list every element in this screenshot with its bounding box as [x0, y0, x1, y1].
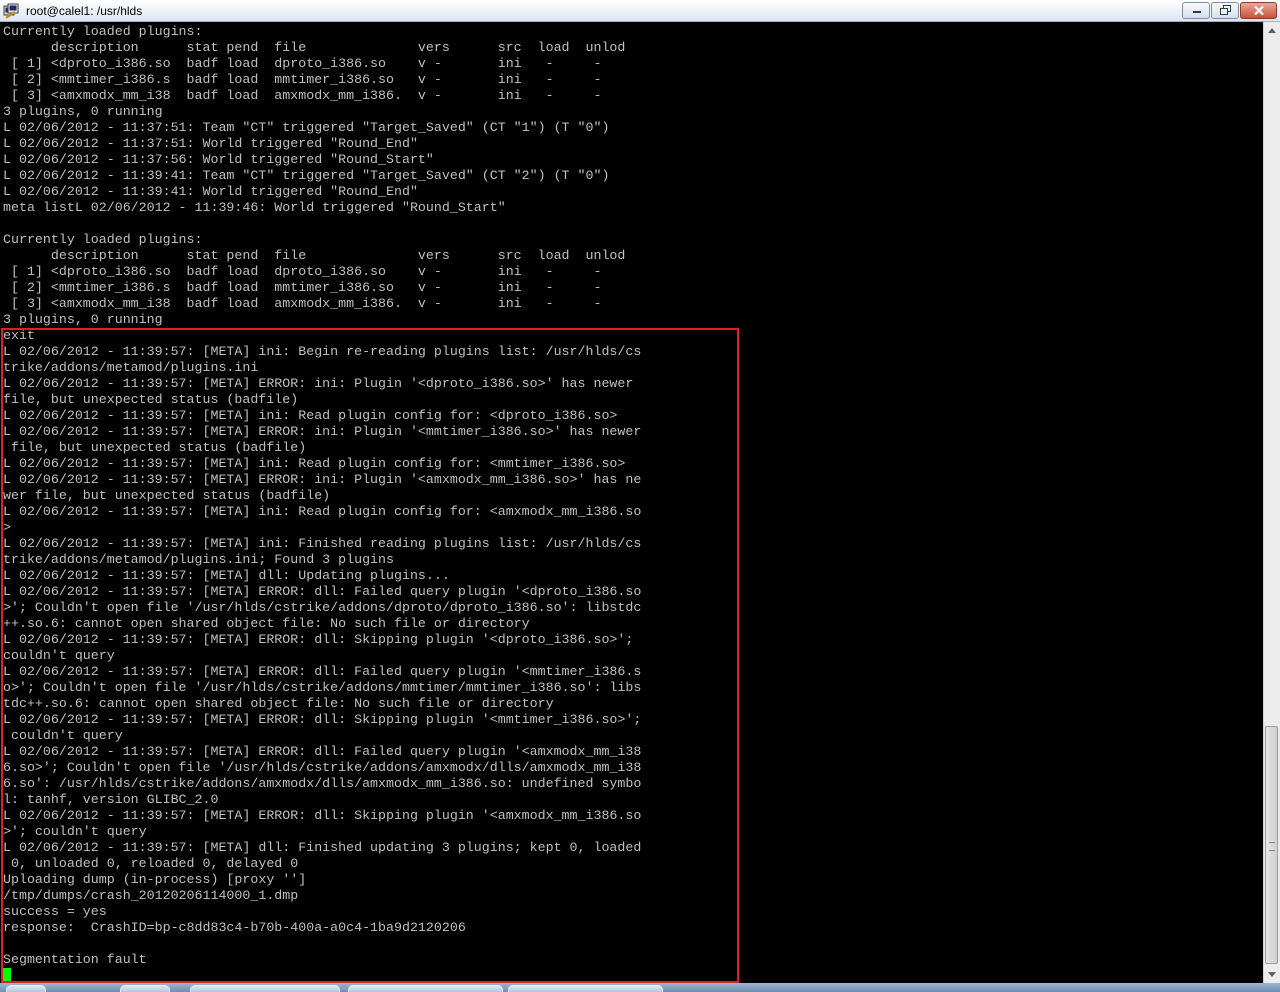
scroll-up-arrow-icon [1268, 28, 1276, 33]
terminal-line: description stat pend file vers src load… [3, 40, 626, 55]
putty-terminal-icon[interactable] [3, 3, 19, 19]
terminal-line: meta listL 02/06/2012 - 11:39:46: World … [3, 200, 506, 215]
taskbar-item[interactable] [6, 985, 46, 992]
minimize-icon [1193, 11, 1201, 13]
maximize-button[interactable] [1211, 2, 1239, 19]
terminal-line: [ 2] <mmtimer_i386.s badf load mmtimer_i… [3, 72, 602, 87]
scrollbar-grip [1269, 842, 1275, 851]
highlight-annotation [1, 328, 739, 983]
terminal-line: L 02/06/2012 - 11:37:51: Team "CT" trigg… [3, 120, 610, 135]
terminal-line: L 02/06/2012 - 11:39:41: World triggered… [3, 184, 418, 199]
terminal-line: Currently loaded plugins: [3, 24, 203, 39]
terminal-line: [ 1] <dproto_i386.so badf load dproto_i3… [3, 56, 602, 71]
scroll-down-arrow-icon [1268, 972, 1276, 977]
terminal-line: 3 plugins, 0 running [3, 312, 163, 327]
minimize-button[interactable] [1182, 2, 1210, 19]
taskbar-item[interactable] [120, 985, 170, 992]
scrollbar-thumb[interactable] [1265, 726, 1278, 964]
terminal-line: description stat pend file vers src load… [3, 248, 626, 263]
title-bar[interactable]: root@calel1: /usr/hlds [0, 0, 1280, 22]
terminal-line: [ 2] <mmtimer_i386.s badf load mmtimer_i… [3, 280, 602, 295]
terminal-line: [ 3] <amxmodx_mm_i38 badf load amxmodx_m… [3, 88, 602, 103]
terminal-line: L 02/06/2012 - 11:37:51: World triggered… [3, 136, 418, 151]
scroll-down-button[interactable] [1264, 966, 1280, 983]
terminal-line: [ 3] <amxmodx_mm_i38 badf load amxmodx_m… [3, 296, 602, 311]
taskbar-item[interactable] [508, 985, 663, 992]
close-icon [1254, 5, 1264, 16]
taskbar [0, 983, 1280, 992]
terminal-line: [ 1] <dproto_i386.so badf load dproto_i3… [3, 264, 602, 279]
vertical-scrollbar[interactable] [1263, 22, 1280, 983]
terminal-output[interactable]: Currently loaded plugins: description st… [0, 22, 1263, 983]
terminal-line: L 02/06/2012 - 11:37:56: World triggered… [3, 152, 434, 167]
taskbar-item[interactable] [348, 985, 503, 992]
taskbar-item[interactable] [190, 985, 340, 992]
window-title: root@calel1: /usr/hlds [26, 4, 143, 18]
terminal-line: Currently loaded plugins: [3, 232, 203, 247]
maximize-icon [1220, 5, 1231, 15]
scroll-up-button[interactable] [1264, 22, 1280, 39]
terminal-line: L 02/06/2012 - 11:39:41: Team "CT" trigg… [3, 168, 610, 183]
close-button[interactable] [1240, 2, 1277, 19]
terminal-line: 3 plugins, 0 running [3, 104, 163, 119]
